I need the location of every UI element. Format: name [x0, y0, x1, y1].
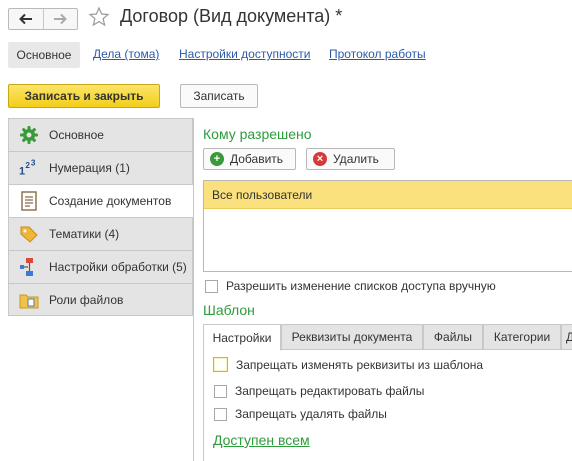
sidebar-item-label: Основное: [49, 128, 104, 142]
navigation-buttons: [8, 8, 78, 30]
available-to-all-title[interactable]: Доступен всем: [213, 432, 310, 448]
svg-text:1: 1: [19, 165, 25, 177]
arrow-left-icon: [18, 13, 32, 25]
forward-button[interactable]: [42, 9, 78, 29]
svg-text:2: 2: [25, 161, 30, 170]
list-item[interactable]: Все пользователи: [204, 181, 572, 209]
back-button[interactable]: [9, 9, 43, 29]
document-icon: [19, 191, 39, 211]
sidebar-item-file-roles[interactable]: Роли файлов: [8, 283, 193, 316]
plus-icon: +: [210, 152, 224, 166]
tab-cases[interactable]: Дела (тома): [93, 47, 159, 61]
forbid-edit-files-checkbox[interactable]: Запрещать редактировать файлы: [214, 384, 424, 398]
add-button-label: Добавить: [230, 152, 284, 166]
sidebar-item-main[interactable]: Основное: [8, 118, 193, 151]
access-section-title: Кому разрешено: [203, 126, 312, 142]
workflow-icon: [19, 257, 39, 277]
delete-button[interactable]: × Удалить: [306, 148, 395, 170]
sidebar-item-numbering[interactable]: 123 Нумерация (1): [8, 151, 193, 184]
checkbox-label: Запрещать изменять реквизиты из шаблона: [236, 357, 484, 372]
sidebar-item-processing-settings[interactable]: Настройки обработки (5): [8, 250, 193, 283]
tab-main[interactable]: Основное: [8, 42, 80, 68]
tab-categories[interactable]: Категории: [483, 324, 561, 350]
numbering-icon: 123: [19, 158, 39, 178]
sidebar-item-label: Создание документов: [49, 194, 172, 208]
delete-button-label: Удалить: [333, 152, 379, 166]
svg-text:3: 3: [31, 158, 36, 167]
sidebar-item-label: Нумерация (1): [49, 161, 130, 175]
allow-manual-access-checkbox[interactable]: Разрешить изменение списков доступа вруч…: [205, 279, 496, 293]
tag-icon: [19, 224, 39, 244]
tab-document-attributes[interactable]: Реквизиты документа: [281, 324, 423, 350]
save-and-close-button[interactable]: Записать и закрыть: [8, 84, 160, 108]
tab-access-settings[interactable]: Настройки доступности: [179, 47, 310, 61]
close-icon: ×: [313, 152, 327, 166]
title-bar: Договор (Вид документа) *: [0, 0, 572, 36]
tab-work-log[interactable]: Протокол работы: [329, 47, 426, 61]
add-button[interactable]: + Добавить: [203, 148, 296, 170]
sidebar-item-label: Роли файлов: [49, 292, 124, 307]
sidebar-item-topics[interactable]: Тематики (4): [8, 217, 193, 250]
favorite-button[interactable]: [88, 6, 110, 28]
checkbox-box[interactable]: [214, 407, 227, 421]
save-button[interactable]: Записать: [180, 84, 258, 108]
checkbox-label: Запрещать удалять файлы: [235, 407, 387, 421]
window-title: Договор (Вид документа) *: [120, 6, 343, 26]
template-section-title: Шаблон: [203, 302, 255, 318]
sidebar: Основное 123 Нумерация (1) Создание доку…: [8, 118, 194, 316]
checkbox-box[interactable]: [213, 357, 228, 372]
gear-icon: [19, 125, 39, 145]
folder-icon: [19, 290, 39, 310]
checkbox-label: Запрещать редактировать файлы: [235, 384, 425, 398]
tab-files[interactable]: Файлы: [423, 324, 483, 350]
access-list[interactable]: Все пользователи: [203, 180, 572, 272]
sidebar-item-document-creation[interactable]: Создание документов: [8, 184, 194, 217]
star-icon: [88, 6, 110, 27]
sidebar-item-label: Тематики (4): [49, 227, 120, 241]
sidebar-item-label: Настройки обработки (5): [49, 260, 187, 274]
checkbox-box[interactable]: [214, 384, 227, 398]
tab-settings[interactable]: Настройки: [203, 324, 281, 351]
sidebar-divider: [193, 118, 194, 461]
template-tabs: Настройки Реквизиты документа Файлы Кате…: [203, 324, 572, 351]
checkbox-label: Разрешить изменение списков доступа вруч…: [226, 279, 496, 293]
tab-more[interactable]: Д: [561, 324, 572, 350]
forbid-delete-files-checkbox[interactable]: Запрещать удалять файлы: [214, 407, 387, 421]
checkbox-box[interactable]: [205, 279, 218, 293]
forbid-change-attributes-checkbox[interactable]: Запрещать изменять реквизиты из шаблона: [213, 357, 483, 372]
arrow-right-icon: [54, 13, 68, 25]
